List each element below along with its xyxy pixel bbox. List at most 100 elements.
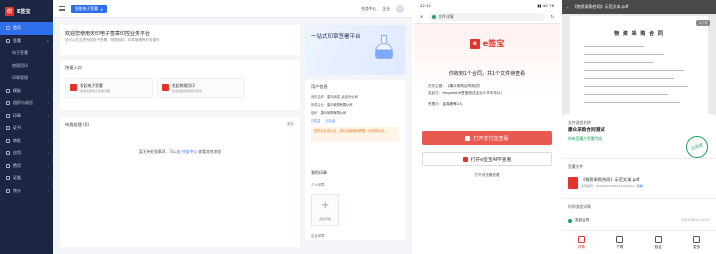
sidebar-logo[interactable]: 印 E签宝 <box>0 0 53 22</box>
info-value: 《康众采购合同测试》 <box>445 84 482 88</box>
status-bar: 22:12 ▮▮ 4G 78 <box>414 0 560 10</box>
secure-icon <box>432 14 437 19</box>
logo-text: E签宝 <box>17 8 31 15</box>
tab-label: 下载 <box>616 244 624 249</box>
page-indicator: 1 / 5 <box>696 20 710 26</box>
sidebar-item-label: 费用 <box>13 162 21 168</box>
screenshot-collage: 印 E签宝 首页 签署 ∨ 电子签署 物理用印 印章管理 模板 › 组织与成员 › 印章 › 证书 › 审批… <box>0 0 716 254</box>
url-title: 文件详情 <box>438 13 454 19</box>
open-browser-link[interactable]: 打开浏览器查看 <box>414 173 560 178</box>
copy-button[interactable]: 复制 <box>637 184 643 188</box>
chevron-icon: › <box>47 126 49 131</box>
user-info-value: 康众采购有限公司 <box>326 103 353 107</box>
sidebar-item[interactable]: 应用 › <box>0 147 53 160</box>
task-center-link-inline[interactable]: 任务中心 <box>182 149 197 154</box>
flow-step-time: 2023/06/14 16:27 <box>681 218 710 222</box>
quick-entry-title: 快速入口 <box>65 65 82 70</box>
document-preview[interactable]: 物 资 采 购 合 同 <box>570 16 708 116</box>
plus-icon: + <box>321 200 330 211</box>
platform-select-label: 智能电子签署 <box>75 6 98 11</box>
tab-label: 详情 <box>577 244 585 249</box>
file-name: 《物资采购合同》示范文本.pdf <box>581 177 640 182</box>
sidebar-item-label: 模板 <box>13 87 21 93</box>
more-icon <box>693 235 701 243</box>
tab-verify[interactable]: 验证 <box>639 231 678 254</box>
sidebar-item[interactable]: 签署 ∨ <box>0 35 53 48</box>
company-menu[interactable]: 企业 <box>382 6 390 12</box>
avatar[interactable] <box>396 5 404 13</box>
sidebar-item[interactable]: 物理用印 <box>0 60 53 73</box>
brand-logo: e e签宝 <box>414 38 560 49</box>
info-row: 签署方：孟笑峰等2人 <box>428 102 463 107</box>
chevron-icon: › <box>47 151 49 156</box>
document-detail-panel: 物 资 采 购 合 同 ‹ 《物资采购合同》示范文本.pdf 1 / 5 文件流… <box>562 0 716 254</box>
info-value: 孟笑峰等2人 <box>442 102 463 106</box>
sidebar-item[interactable]: 印章管理 <box>0 72 53 85</box>
chevron-icon: › <box>47 188 49 193</box>
open-app-label: 打开e签宝APP查看 <box>470 157 512 163</box>
url-field[interactable]: 文件详情 <box>429 12 545 21</box>
sign-icon <box>70 84 77 91</box>
my-seal-title: 我的印章 <box>311 170 327 175</box>
sidebar-item[interactable]: 电子签署 <box>0 47 53 60</box>
sidebar-item[interactable]: 模板 › <box>0 85 53 98</box>
promo-banner[interactable]: 一站式印章签署平台 <box>305 25 405 75</box>
sidebar-item[interactable]: 首页 <box>0 22 53 35</box>
user-info-row: 我的名称：康众测试, 北京分公司 <box>311 94 358 99</box>
sidebar-nav: 首页 签署 ∨ 电子签署 物理用印 印章管理 模板 › 组织与成员 › 印章 › 证书 › 审批 › 应用 › 费用… <box>0 22 53 197</box>
document-title: 物 资 采 购 合 同 <box>614 31 664 37</box>
sidebar-item[interactable]: 费用 › <box>0 160 53 173</box>
sidebar-item[interactable]: 证据 › <box>0 172 53 185</box>
tag-certified[interactable]: 已认证 <box>326 118 336 123</box>
user-info-value: 康众测试, 北京分公司 <box>326 95 358 99</box>
bottom-tabbar: 详情 下载 验证 更多 <box>562 230 716 254</box>
nav-icon <box>6 88 10 93</box>
user-tags: 已实名 已认证 <box>311 118 335 123</box>
sidebar-item[interactable]: 审批 › <box>0 135 53 148</box>
open-alipay-button[interactable]: 打开支付宝查看 <box>422 131 552 145</box>
quick-item-electronic-sign[interactable]: 发起电子签署 快速发起电子签署流程 <box>65 78 153 98</box>
completed-stamp-icon: 已完成 <box>682 132 712 162</box>
tab-more[interactable]: 更多 <box>678 231 716 254</box>
flask-icon <box>375 35 393 61</box>
nav-icon <box>6 151 10 156</box>
sidebar-item[interactable]: 组织与成员 › <box>0 97 53 110</box>
sidebar-item[interactable]: 统计 › <box>0 185 53 198</box>
esign-logo-icon: e <box>469 38 480 49</box>
info-row: 发起方：esignest(e签宝测试企业3-华中东片) <box>428 91 502 96</box>
menu-icon[interactable] <box>59 6 65 11</box>
platform-select[interactable]: 智能电子签署 ▾ <box>71 5 107 13</box>
flow-name-label: 文件流程名称 <box>568 120 591 125</box>
info-row: 任务主题：《康众采购合同测试》 <box>428 84 482 89</box>
welcome-title: 欢迎您使用天印电子签章印控业务平台 <box>65 31 151 37</box>
chevron-icon: › <box>47 163 49 168</box>
info-value: esignest(e签宝测试企业3-华中东片) <box>442 91 503 95</box>
alipay-icon <box>465 135 471 141</box>
open-alipay-label: 打开支付宝查看 <box>473 135 509 142</box>
close-icon[interactable]: ✕ <box>420 14 423 19</box>
tab-details[interactable]: 详情 <box>562 231 601 254</box>
sidebar-item[interactable]: 印章 › <box>0 110 53 123</box>
open-app-button[interactable]: 打开e签宝APP查看 <box>422 152 552 166</box>
tab-download[interactable]: 下载 <box>601 231 640 254</box>
user-info-key: 组织： <box>311 111 321 115</box>
user-info-value: 康众采购有限公司 <box>320 111 347 115</box>
task-center-link[interactable]: 任务中心 <box>361 6 376 12</box>
todo-title: 待我处理 (0) <box>65 122 89 128</box>
sidebar-item-label: 统计 <box>13 187 21 193</box>
pdf-file-icon <box>568 177 578 189</box>
flow-detail-label: 时间流程详情 <box>568 204 591 209</box>
file-row[interactable]: 《物资采购合同》示范文本.pdf 合同编号：ESIGN2023061447819… <box>568 176 710 192</box>
sidebar-item-label: 印章管理 <box>12 75 28 81</box>
todo-empty-suffix: 查看其他流程 <box>198 149 222 154</box>
add-seal-button[interactable]: + 添加印章 <box>311 194 339 226</box>
refresh-icon[interactable]: ↻ <box>551 14 554 19</box>
details-icon <box>577 235 585 243</box>
back-icon[interactable]: ‹ <box>567 5 569 10</box>
sidebar-item[interactable]: 证书 › <box>0 122 53 135</box>
flow-name-value: 康众采购合同测试 <box>568 128 605 133</box>
tag-verified[interactable]: 已实名 <box>311 118 321 123</box>
todo-more-link[interactable]: 更多 <box>287 122 294 127</box>
esign-app-icon <box>462 156 468 162</box>
quick-item-physical-seal[interactable]: 发起物理用印 快速发起物理用印申请 <box>157 78 245 98</box>
